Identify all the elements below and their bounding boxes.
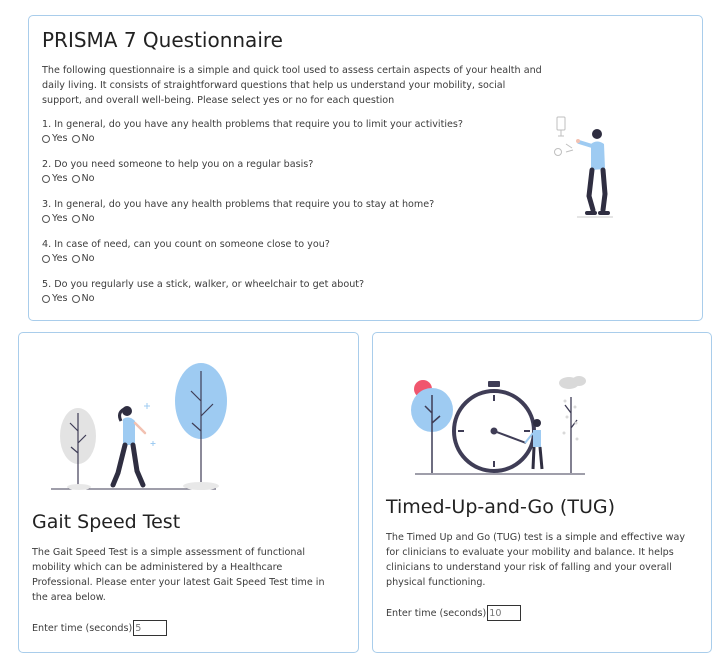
question-1-yes-label: Yes <box>52 133 68 144</box>
tug-card: Timed-Up-and-Go (TUG) The Timed Up and G… <box>372 332 712 653</box>
prisma-description: The following questionnaire is a simple … <box>42 65 542 106</box>
woman-walking-illustration <box>51 363 227 490</box>
prisma-questionnaire-card: PRISMA 7 Questionnaire The following que… <box>28 15 703 321</box>
person-pointing-illustration <box>554 116 613 218</box>
question-2-no-radio[interactable] <box>71 174 80 183</box>
question-3-no-label: No <box>81 213 95 224</box>
question-2-yes-radio[interactable] <box>42 174 50 183</box>
question-4-no-radio[interactable] <box>71 254 80 263</box>
gait-title: Gait Speed Test <box>32 511 181 533</box>
question-4-text: 4. In case of need, can you count on som… <box>42 239 330 250</box>
tug-title: Timed-Up-and-Go (TUG) <box>386 496 615 518</box>
gait-speed-card: Gait Speed Test The Gait Speed Test is a… <box>18 332 359 653</box>
question-5-yes-label: Yes <box>52 293 68 304</box>
question-1-no-radio[interactable] <box>71 134 80 143</box>
question-1-yes-radio[interactable] <box>42 134 50 143</box>
tug-description: The Timed Up and Go (TUG) test is a simp… <box>386 532 686 588</box>
question-5-no-radio[interactable] <box>71 294 80 303</box>
stopwatch-illustration <box>411 376 586 475</box>
question-1-text: 1. In general, do you have any health pr… <box>42 119 464 130</box>
question-4-no-label: No <box>81 253 95 264</box>
tug-time-row: Enter time (seconds) <box>386 605 522 621</box>
question-3-text: 3. In general, do you have any health pr… <box>42 199 435 210</box>
question-5: 5. Do you regularly use a stick, walker,… <box>42 278 364 305</box>
gait-time-input[interactable] <box>133 620 168 636</box>
prisma-title: PRISMA 7 Questionnaire <box>42 28 283 52</box>
question-5-text: 5. Do you regularly use a stick, walker,… <box>42 279 365 290</box>
question-5-yes-radio[interactable] <box>42 294 50 303</box>
question-3-yes-label: Yes <box>52 213 68 224</box>
question-2: 2. Do you need someone to help you on a … <box>42 158 313 185</box>
question-3: 3. In general, do you have any health pr… <box>42 198 434 225</box>
question-4: 4. In case of need, can you count on som… <box>42 238 330 265</box>
gait-time-label: Enter time (seconds) <box>32 622 133 634</box>
gait-description: The Gait Speed Test is a simple assessme… <box>32 547 325 603</box>
question-4-yes-radio[interactable] <box>42 254 50 263</box>
question-4-yes-label: Yes <box>52 253 68 264</box>
question-1: 1. In general, do you have any health pr… <box>42 118 463 145</box>
question-2-text: 2. Do you need someone to help you on a … <box>42 159 314 170</box>
question-2-no-label: No <box>81 173 95 184</box>
gait-time-row: Enter time (seconds) <box>32 620 168 636</box>
question-5-no-label: No <box>81 293 95 304</box>
question-3-yes-radio[interactable] <box>42 214 50 223</box>
question-3-no-radio[interactable] <box>71 214 80 223</box>
question-1-no-label: No <box>81 133 95 144</box>
question-2-yes-label: Yes <box>52 173 68 184</box>
tug-time-input[interactable] <box>487 605 522 621</box>
tug-time-label: Enter time (seconds) <box>386 607 487 619</box>
